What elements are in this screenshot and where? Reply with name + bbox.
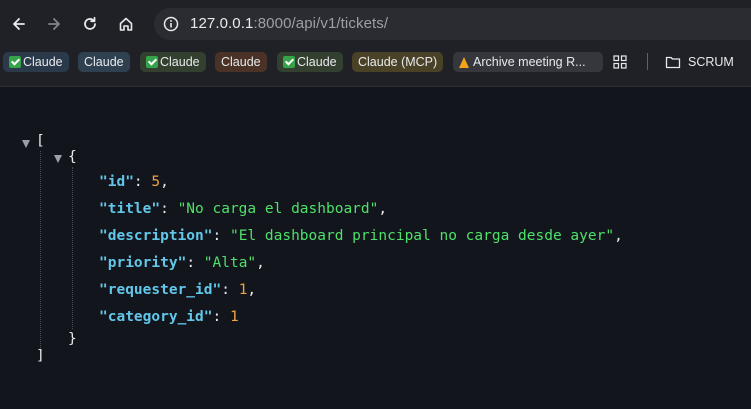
url-path: :8000/api/v1/tickets/ (253, 15, 389, 32)
array-open: [ (36, 133, 45, 149)
array-close: ] (36, 348, 45, 364)
field-category-id: "category_id": 1 (99, 309, 239, 325)
bookmark-claude-2[interactable]: Claude (78, 52, 130, 72)
home-button[interactable] (113, 11, 139, 37)
bookmark-claude-4[interactable]: Claude (215, 52, 267, 72)
reload-icon (84, 16, 96, 30)
address-bar[interactable]: 127.0.0.1:8000/api/v1/tickets/ (154, 8, 751, 40)
collapse-array-toggle[interactable] (22, 140, 30, 148)
back-arrow-icon (13, 18, 25, 30)
bookmarks-divider (647, 53, 648, 70)
object-open: { (68, 149, 77, 165)
browser-toolbar: 127.0.0.1:8000/api/v1/tickets/ (0, 0, 751, 48)
field-description: "description": "El dashboard principal n… (99, 228, 623, 244)
folder-icon (665, 56, 681, 69)
browser-chrome: 127.0.0.1:8000/api/v1/tickets/ Claude Cl… (0, 0, 751, 87)
bookmark-claude-1[interactable]: Claude (3, 52, 69, 72)
home-icon (119, 17, 133, 31)
check-icon (146, 56, 158, 68)
apps-grid-icon (613, 55, 627, 69)
collapse-object-toggle[interactable] (54, 155, 62, 163)
bookmark-claude-3[interactable]: Claude (140, 52, 206, 72)
forward-arrow-icon (48, 18, 60, 30)
check-icon (283, 56, 295, 68)
bookmark-folder-scrum[interactable]: SCRUM (659, 52, 740, 72)
bookmark-label: Claude (160, 55, 200, 69)
apps-button[interactable] (613, 52, 637, 72)
field-requester-id: "requester_id": 1, (99, 282, 257, 298)
url-text[interactable]: 127.0.0.1:8000/api/v1/tickets/ (190, 15, 388, 33)
bookmark-label: SCRUM (688, 55, 734, 69)
check-icon (9, 56, 21, 68)
bookmark-label: Archive meeting R... (473, 55, 586, 69)
cone-icon (459, 56, 469, 68)
bookmark-label: Claude (23, 55, 63, 69)
bookmark-label: Claude (221, 55, 261, 69)
json-viewer: [ { "id": 5, "title": "No carga el dashb… (0, 87, 751, 409)
info-icon (163, 16, 179, 32)
back-button[interactable] (6, 11, 32, 37)
url-host: 127.0.0.1 (190, 15, 254, 32)
bookmark-label: Claude (MCP) (358, 55, 438, 69)
object-close: } (68, 331, 77, 347)
bookmark-claude-mcp[interactable]: Claude (MCP) (352, 52, 444, 72)
array-indent-guide (40, 151, 41, 352)
bookmarks-bar: Claude Claude Claude Claude Claude Claud… (0, 50, 751, 74)
field-id: "id": 5, (99, 174, 169, 190)
forward-button[interactable] (41, 11, 67, 37)
field-title: "title": "No carga el dashboard", (99, 201, 388, 217)
bookmark-label: Claude (84, 55, 124, 69)
reload-button[interactable] (77, 11, 103, 37)
bookmark-label: Claude (297, 55, 337, 69)
field-priority: "priority": "Alta", (99, 255, 265, 271)
bookmark-archive-meeting[interactable]: Archive meeting R... (453, 52, 603, 72)
site-info-button[interactable] (160, 13, 182, 35)
bookmark-claude-5[interactable]: Claude (277, 52, 343, 72)
object-indent-guide (72, 167, 73, 329)
